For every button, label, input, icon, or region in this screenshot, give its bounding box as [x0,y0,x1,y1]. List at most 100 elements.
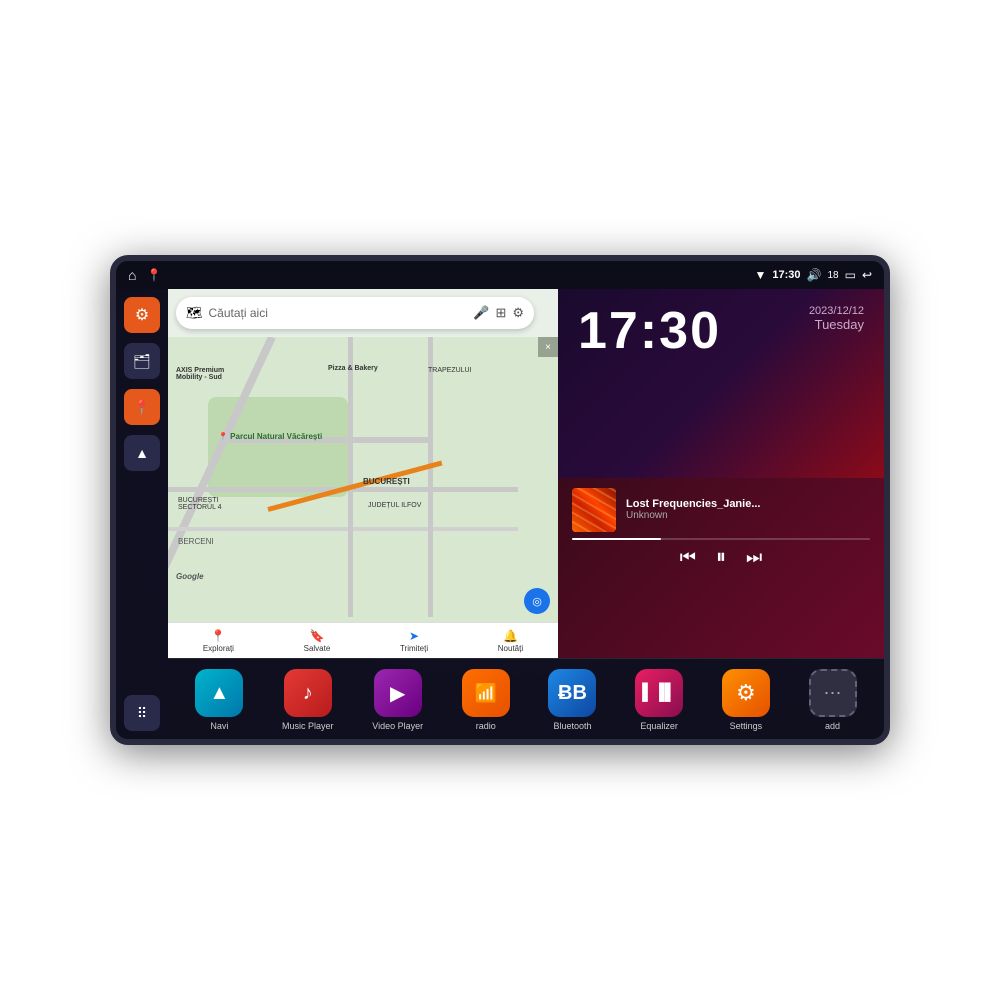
music-title: Lost Frequencies_Janie... [626,498,870,510]
top-row: 🗺 Căutați aici 🎤 ⊞ ⚙ [168,289,884,658]
google-logo: Google [176,572,204,581]
explore-icon: 📍 [211,629,226,643]
map-search-input[interactable]: Căutați aici [209,306,468,320]
radio-label: radio [476,721,496,731]
status-right: ▼ 17:30 🔊 18 ▭ ↩ [754,268,872,282]
google-maps-icon: 🗺 [186,305,203,321]
sidebar-nav-btn[interactable]: ▲ [124,435,160,471]
map-saved-btn[interactable]: 🔖 Salvate [304,629,331,653]
sidebar-apps-btn[interactable]: ⠿ [124,695,160,731]
clock-time: 17:30 [578,305,721,357]
map-label-trap: TRAPEZULUI [428,367,472,374]
app-item-radio[interactable]: 📶 radio [462,669,510,731]
video-player-label: Video Player [372,721,423,731]
sidebar-files-btn[interactable]: 🗂 [124,343,160,379]
news-icon: 🔔 [503,629,518,643]
app-item-music[interactable]: ♪ Music Player [282,669,334,731]
map-search-bar[interactable]: 🗺 Căutați aici 🎤 ⊞ ⚙ [176,297,534,329]
mic-icon[interactable]: 🎤 [473,305,489,321]
map-news-btn[interactable]: 🔔 Noutăți [498,629,523,653]
add-label: add [825,721,840,731]
map-explore-btn[interactable]: 📍 Explorați [203,629,234,653]
share-label: Trimiteți [400,644,428,653]
map-bottom-bar: 📍 Explorați 🔖 Salvate ➤ Trimiteți 🔔 [168,622,558,658]
music-player-label: Music Player [282,721,334,731]
sidebar: ⚙ 🗂 📍 ▲ ⠿ [116,289,168,739]
map-label-park: 📍 Parcul Natural Văcărești [218,432,322,441]
share-icon: ➤ [409,629,419,643]
map-location-fab[interactable]: ◎ [524,588,550,614]
sidebar-map-btn[interactable]: 📍 [124,389,160,425]
music-artist: Unknown [626,510,870,521]
main-content: ⚙ 🗂 📍 ▲ ⠿ 🗺 [116,289,884,739]
video-player-icon[interactable]: ▶ [374,669,422,717]
car-head-unit: ⌂ 📍 ▼ 17:30 🔊 18 ▭ ↩ ⚙ 🗂 📍 ▲ [110,255,890,745]
status-bar: ⌂ 📍 ▼ 17:30 🔊 18 ▭ ↩ [116,261,884,289]
map-label-pizza: Pizza & Bakery [328,365,378,372]
music-info: Lost Frequencies_Janie... Unknown [626,498,870,521]
files-icon: 🗂 [133,353,151,370]
map-close-btn[interactable]: × [538,337,558,357]
clock-date-day: Tuesday [809,317,864,332]
music-controls: ⏮ ⏸ ⏭ [572,546,870,569]
music-player-icon[interactable]: ♪ [284,669,332,717]
news-label: Noutăți [498,644,523,653]
apps-grid-icon: ⠿ [137,705,147,722]
bluetooth-label: Bluetooth [553,721,591,731]
clock-date-year: 2023/12/12 [809,305,864,317]
music-progress-bar[interactable] [572,538,870,540]
map-panel[interactable]: 🗺 Căutați aici 🎤 ⊞ ⚙ [168,289,558,658]
settings-app-icon[interactable]: ⚙ [722,669,770,717]
status-time: 17:30 [772,269,800,281]
settings-label: Settings [730,721,763,731]
right-panel: 17:30 2023/12/12 Tuesday [558,289,884,658]
app-item-equalizer[interactable]: ▌▐▌ Equalizer [635,669,683,731]
center-area: 🗺 Căutați aici 🎤 ⊞ ⚙ [168,289,884,739]
nav-icon: ▲ [135,445,149,461]
wifi-icon: ▼ [754,268,766,282]
music-progress-fill [572,538,661,540]
settings-icon: ⚙ [135,305,149,325]
navi-icon[interactable]: ▲ [195,669,243,717]
map-label-sector4: BUCUREȘTISECTORUL 4 [178,497,222,511]
app-dock: ▲ Navi ♪ Music Player ▶ Video Player [168,658,884,739]
map-label-axis: AXIS PremiumMobility - Sud [176,367,224,381]
status-left: ⌂ 📍 [128,267,161,283]
map-share-btn[interactable]: ➤ Trimiteți [400,629,428,653]
navi-label: Navi [210,721,228,731]
sidebar-settings-btn[interactable]: ⚙ [124,297,160,333]
layers-icon[interactable]: ⊞ [495,305,506,321]
battery-icon: ▭ [845,268,856,282]
home-icon[interactable]: ⌂ [128,267,136,283]
app-item-video[interactable]: ▶ Video Player [372,669,423,731]
saved-label: Salvate [304,644,331,653]
app-item-navi[interactable]: ▲ Navi [195,669,243,731]
saved-icon: 🔖 [309,629,324,643]
map-label-ilfov: JUDEȚUL ILFOV [368,502,421,509]
search-options-icon[interactable]: ⚙ [512,305,524,321]
music-widget: Lost Frequencies_Janie... Unknown ⏮ ⏸ ⏭ [558,478,884,659]
music-top: Lost Frequencies_Janie... Unknown [572,488,870,532]
volume-icon: 🔊 [807,268,822,282]
map-search-actions: 🎤 ⊞ ⚙ [473,305,524,321]
clock-widget: 17:30 2023/12/12 Tuesday [558,289,884,478]
map-background: AXIS PremiumMobility - Sud Pizza & Baker… [168,337,558,658]
radio-icon[interactable]: 📶 [462,669,510,717]
bluetooth-icon[interactable]: ɃΒ [548,669,596,717]
explore-label: Explorați [203,644,234,653]
add-app-icon[interactable]: ⋯ [809,669,857,717]
map-label-bucuresti: BUCUREȘTI [363,477,410,486]
equalizer-label: Equalizer [640,721,678,731]
battery-level: 18 [827,270,838,281]
prev-track-btn[interactable]: ⏮ [680,547,696,568]
app-item-settings[interactable]: ⚙ Settings [722,669,770,731]
clock-date: 2023/12/12 Tuesday [809,305,864,332]
next-track-btn[interactable]: ⏭ [746,547,762,568]
app-item-bluetooth[interactable]: ɃΒ Bluetooth [548,669,596,731]
map-icon[interactable]: 📍 [146,268,161,282]
music-album-art [572,488,616,532]
app-item-add[interactable]: ⋯ add [809,669,857,731]
equalizer-icon[interactable]: ▌▐▌ [635,669,683,717]
back-icon[interactable]: ↩ [862,268,872,282]
pause-btn[interactable]: ⏸ [716,546,726,569]
